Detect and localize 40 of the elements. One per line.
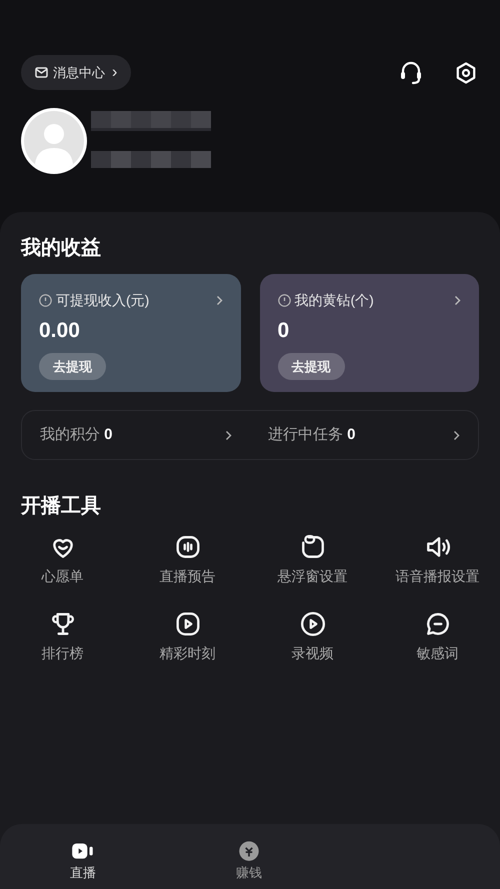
card-label: 我的黄钻(个) [294,291,375,310]
sound-wave-icon [174,534,200,560]
tab[interactable]: 直播 [0,838,166,881]
settings-icon[interactable] [454,60,478,84]
earnings-card[interactable]: 可提现收入(元) 0.00 去提现 [21,274,240,392]
play-icon [174,611,200,637]
tool-item[interactable]: 心愿单 [0,534,125,585]
tool-item[interactable]: 语音播报设置 [375,534,500,585]
info-icon [39,294,52,307]
trophy-icon [50,611,76,637]
play-circle-icon [300,611,326,637]
speaker-icon [424,534,450,560]
earnings-card[interactable]: 我的黄钻(个) 0 去提现 [260,274,479,392]
tool-item[interactable]: 精彩时刻 [125,611,250,662]
chevron-icon [216,295,222,306]
avatar-icon [21,108,87,174]
section-title: 我的收益 [21,236,102,261]
card-value: 0.00 [39,318,80,344]
tool-item[interactable]: 录视频 [250,611,375,662]
tool-item[interactable]: 排行榜 [0,611,125,662]
customer-service-icon[interactable] [398,60,424,86]
chevron-icon [225,430,232,440]
tool-item[interactable]: 直播预告 [125,534,250,585]
chevron-icon [454,295,461,306]
stat-item[interactable]: 进行中任务 0 [250,411,478,459]
section-title: 开播工具 [21,494,102,519]
floating-window-icon [300,534,326,560]
tab[interactable]: 赚钱 [166,838,332,881]
withdraw-button[interactable]: 去提现 [39,353,106,380]
withdraw-button[interactable]: 去提现 [278,353,344,380]
mail-icon [35,67,48,78]
card-label: 可提现收入(元) [56,291,150,310]
stat-item[interactable]: 我的积分 0 [22,411,250,459]
chevron-icon [453,430,460,440]
info-icon [278,294,290,307]
message-center-button[interactable]: 消息中心 › [21,55,132,90]
tool-item[interactable]: 敏感词 [375,611,500,662]
card-value: 0 [278,318,290,344]
tool-item[interactable]: 悬浮窗设置 [250,534,375,585]
chat-icon [424,611,450,637]
